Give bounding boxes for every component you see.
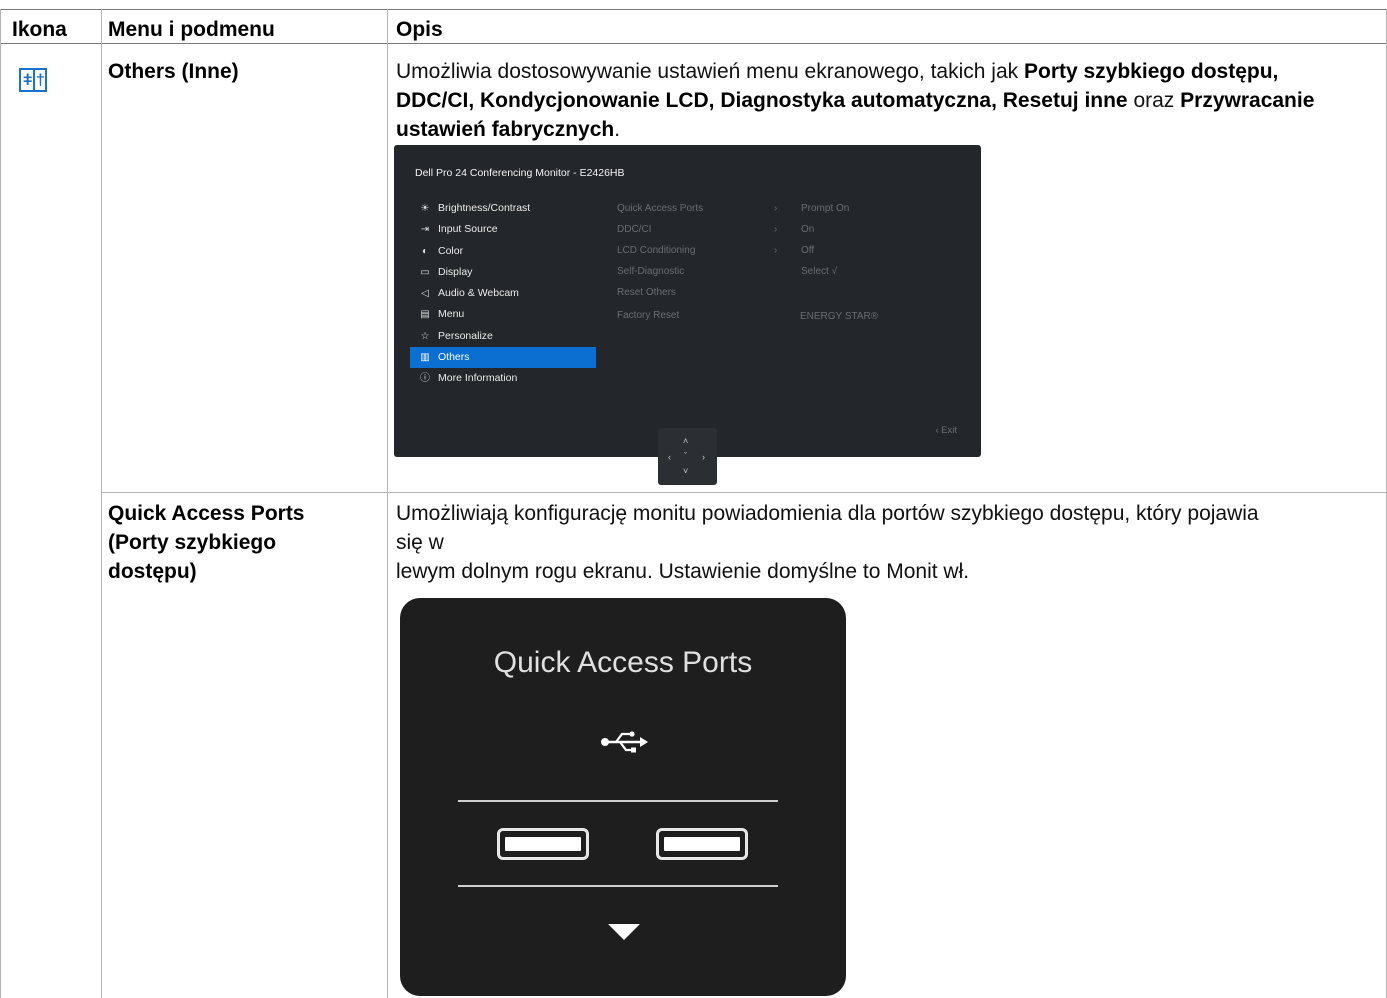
sun-icon: ☀ (420, 203, 430, 214)
usb-icon (601, 731, 648, 753)
osd-menu-display: ▭ Display (410, 262, 596, 283)
joystick-guide-lower: ˄ ‹ ˇ › ˅ (658, 436, 717, 485)
chevron-right-icon: › (774, 203, 778, 214)
row-others-menu: Others (Inne) (108, 60, 239, 83)
quick-access-ports-dialog: Quick Access Ports (400, 598, 846, 996)
star-icon: ☆ (420, 331, 430, 342)
osd-value-quick-access-ports: Prompt On (801, 203, 850, 214)
osd-screenshot: Dell Pro 24 Conferencing Monitor - E2426… (394, 145, 981, 457)
joystick-press-icon: ˇ (684, 451, 687, 461)
col-divider-2 (387, 9, 388, 998)
color-palette-icon: ◐ (421, 246, 429, 257)
osd-menu-brightness: ☀ Brightness/Contrast (410, 198, 596, 219)
osd-menu-color: ◐ Color (410, 241, 596, 262)
header-ikona: Ikona (12, 18, 67, 41)
osd-energy-star-label: ENERGY STAR® (800, 311, 879, 322)
qap-dialog-title: Quick Access Ports (493, 646, 753, 679)
joystick-up-icon: ˄ (683, 436, 689, 446)
osd-sub-reset-others: Reset Others (617, 287, 676, 298)
row-qap-menu: Quick Access Ports (Porty szybkiego dost… (108, 502, 305, 583)
row-separator (101, 492, 1387, 493)
info-icon: ⓘ (420, 373, 430, 384)
qap-separator-bottom (458, 885, 778, 887)
osd-value-ddc-ci: On (801, 224, 815, 235)
header-bottom-border (0, 43, 1387, 44)
osd-menu-more-information: ⓘ More Information (410, 368, 596, 389)
col-divider-1 (101, 9, 102, 998)
table-left-border (0, 9, 1, 998)
usb-port-icon (497, 828, 589, 860)
joystick-left-icon: ‹ (668, 452, 671, 462)
joystick-right-icon: › (702, 452, 705, 462)
osd-title: Dell Pro 24 Conferencing Monitor - E2426… (415, 167, 625, 179)
osd-sub-ddc-ci: DDC/CI (617, 224, 652, 235)
usb-port-icon (656, 828, 748, 860)
table-top-border (0, 9, 1387, 10)
osd-sub-quick-access-ports: Quick Access Ports (617, 203, 704, 214)
osd-exit-label: ‹ Exit (935, 425, 957, 436)
osd-menu-menu: ▤ Menu (410, 304, 596, 325)
qap-separator-top (458, 800, 778, 802)
header-menu: Menu i podmenu (108, 18, 275, 41)
header-opis: Opis (396, 18, 443, 41)
osd-sub-self-diagnostic: Self-Diagnostic (617, 266, 685, 277)
osd-menu-others: ▥ Others (410, 347, 596, 368)
others-icon: ▥ (420, 352, 430, 363)
chevron-down-icon (608, 924, 640, 940)
osd-sub-lcd-conditioning: LCD Conditioning (617, 245, 696, 256)
osd-menu-audio-webcam: ◁ Audio & Webcam (410, 283, 596, 304)
osd-menu-input-source: ⇥ Input Source (410, 219, 596, 240)
osd-sub-factory-reset: Factory Reset (617, 310, 680, 321)
osd-menu-personalize: ☆ Personalize (410, 326, 596, 347)
osd-value-self-diagnostic: Select √ (801, 266, 838, 277)
speaker-icon: ◁ (421, 288, 429, 299)
chevron-right-icon: › (774, 224, 778, 235)
row-qap-description: Umożliwiają konfigurację monitu powiadom… (396, 502, 1259, 583)
display-icon: ▭ (420, 267, 430, 278)
menu-icon: ▤ (420, 309, 430, 320)
chevron-right-icon: › (774, 245, 778, 256)
input-source-icon: ⇥ (420, 224, 430, 235)
others-sliders-icon: ǂ † (19, 68, 47, 92)
joystick-down-icon: ˅ (683, 466, 689, 476)
osd-value-lcd-conditioning: Off (801, 245, 815, 256)
row-others-description: Umożliwia dostosowywanie ustawień menu e… (396, 60, 1315, 141)
